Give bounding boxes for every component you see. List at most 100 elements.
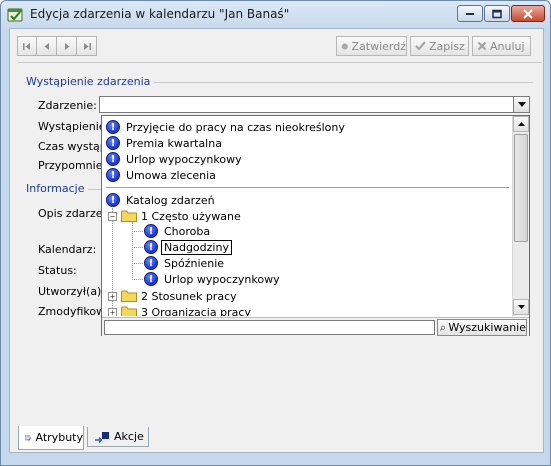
window-title: Edycja zdarzenia w kalendarzu "Jan Banaś… xyxy=(30,7,290,21)
app-icon xyxy=(7,6,23,22)
previous-icon xyxy=(44,42,49,50)
list-item-label: Urlop wypoczynkowy xyxy=(126,152,242,166)
description-label: Opis zdarzen xyxy=(38,207,110,220)
tree-item-label: Nadgodziny xyxy=(161,239,232,255)
next-icon xyxy=(64,42,69,50)
info-icon: ! xyxy=(144,240,158,254)
arrow-up-icon xyxy=(517,122,525,126)
tree-item-label: Urlop wypoczynkowy xyxy=(164,272,280,286)
info-icon: ! xyxy=(106,168,120,182)
tree-item-label: Spóźnienie xyxy=(164,256,225,270)
folder-icon xyxy=(121,210,137,222)
tree-folder-2[interactable]: + 2 Stosunek pracy xyxy=(108,288,237,304)
first-icon xyxy=(23,42,30,50)
info-icon: ! xyxy=(144,256,158,270)
scroll-down-button[interactable] xyxy=(513,299,529,315)
tab-attributes[interactable]: Atrybuty xyxy=(18,426,84,450)
info-icon: ! xyxy=(144,272,158,286)
folder-icon xyxy=(121,306,137,316)
title-bar[interactable]: Edycja zdarzenia w kalendarzu "Jan Banaś… xyxy=(1,1,550,27)
search-input[interactable] xyxy=(104,320,435,335)
tree-line xyxy=(132,279,143,280)
event-dropdown-button[interactable] xyxy=(514,96,530,113)
occurrence-label: Wystąpienie xyxy=(38,120,106,133)
expand-icon[interactable]: + xyxy=(108,307,117,316)
maximize-icon xyxy=(492,9,502,18)
event-combobox-input[interactable] xyxy=(99,96,514,113)
info-icon: ! xyxy=(144,224,158,238)
search-button-label: Wyszukiwanie xyxy=(448,321,526,334)
list-item[interactable]: ! Urlop wypoczynkowy xyxy=(106,151,242,167)
info-icon: ! xyxy=(106,152,120,166)
tree-line xyxy=(132,247,143,248)
minimize-button[interactable] xyxy=(457,5,483,22)
tree-line xyxy=(132,231,143,232)
info-group-header: Informacje xyxy=(26,182,89,195)
list-item-label: Premia kwartalna xyxy=(126,136,222,150)
chevron-down-icon xyxy=(517,102,526,107)
maximize-button[interactable] xyxy=(484,5,510,22)
minimize-icon xyxy=(466,12,474,15)
scroll-up-button[interactable] xyxy=(513,116,529,132)
info-icon: ! xyxy=(106,193,120,207)
folder-label: 3 Organizacja pracy xyxy=(141,305,251,317)
last-record-button[interactable] xyxy=(77,36,97,56)
status-label: Status: xyxy=(38,264,77,277)
occurrence-group-header: Wystąpienie zdarzenia xyxy=(26,75,155,88)
tree-item[interactable]: ! Choroba xyxy=(144,223,210,239)
time-label: Czas wystąp xyxy=(38,140,107,153)
confirm-label: Zatwierdź xyxy=(351,39,407,53)
tree-item[interactable]: ! Urlop wypoczynkowy xyxy=(144,271,280,287)
save-button[interactable]: Zapisz xyxy=(410,36,469,56)
tree-folder-1[interactable]: − 1 Często używane xyxy=(108,208,241,224)
event-label: Zdarzenie: xyxy=(38,99,97,112)
arrow-down-icon xyxy=(517,305,525,309)
tab-label: Akcje xyxy=(114,430,144,443)
info-icon: ! xyxy=(106,120,120,134)
attributes-icon xyxy=(25,434,32,441)
tab-label: Atrybuty xyxy=(35,431,83,444)
previous-record-button[interactable] xyxy=(37,36,57,56)
tab-actions[interactable]: Akcje xyxy=(87,427,149,447)
first-record-button[interactable] xyxy=(17,36,37,56)
tree-item[interactable]: ! Spóźnienie xyxy=(144,255,224,271)
collapse-icon[interactable]: − xyxy=(108,211,117,221)
close-icon xyxy=(523,8,533,19)
cancel-label: Anuluj xyxy=(490,39,525,53)
search-bar: Wyszukiwanie xyxy=(102,317,529,336)
tree-item-selected[interactable]: ! Nadgodziny xyxy=(144,239,232,255)
search-icon xyxy=(440,325,445,331)
list-item-label: Umowa zlecenia xyxy=(126,168,216,182)
catalog-root[interactable]: ! Katalog zdarzeń xyxy=(106,192,215,208)
confirm-icon xyxy=(341,42,348,50)
event-edit-window: Edycja zdarzenia w kalendarzu "Jan Banaś… xyxy=(0,0,551,466)
cancel-button[interactable]: Anuluj xyxy=(472,36,531,56)
next-record-button[interactable] xyxy=(57,36,77,56)
reminder-label: Przypomnien xyxy=(38,159,110,172)
tree-folder-3[interactable]: + 3 Organizacja pracy xyxy=(108,304,251,316)
search-button[interactable]: Wyszukiwanie xyxy=(437,319,527,336)
list-item[interactable]: ! Przyjęcie do pracy na czas nieokreślon… xyxy=(106,119,345,135)
created-by-label: Utworzył(a): xyxy=(38,285,106,298)
folder-label: 1 Często używane xyxy=(141,209,241,223)
tree-line xyxy=(132,263,143,264)
calendar-label: Kalendarz: xyxy=(38,243,97,256)
list-item[interactable]: ! Umowa zlecenia xyxy=(106,167,216,183)
save-label: Zapisz xyxy=(429,39,465,53)
last-icon xyxy=(83,42,91,50)
event-list: ! Przyjęcie do pracy na czas nieokreślon… xyxy=(102,116,512,316)
confirm-button[interactable]: Zatwierdź xyxy=(336,36,407,56)
list-separator xyxy=(106,187,509,188)
folder-icon xyxy=(121,290,137,302)
tree-item-label: Choroba xyxy=(164,224,211,238)
dropdown-scrollbar[interactable] xyxy=(512,116,529,316)
expand-icon[interactable]: + xyxy=(108,291,117,301)
event-dropdown-popup: ! Przyjęcie do pracy na czas nieokreślon… xyxy=(101,115,530,336)
close-button[interactable] xyxy=(511,5,545,22)
actions-icon xyxy=(95,431,109,443)
scroll-thumb[interactable] xyxy=(514,134,528,242)
checkmark-icon xyxy=(415,41,426,51)
list-item[interactable]: ! Premia kwartalna xyxy=(106,135,222,151)
folder-label: 2 Stosunek pracy xyxy=(141,289,237,303)
catalog-label: Katalog zdarzeń xyxy=(126,193,215,207)
